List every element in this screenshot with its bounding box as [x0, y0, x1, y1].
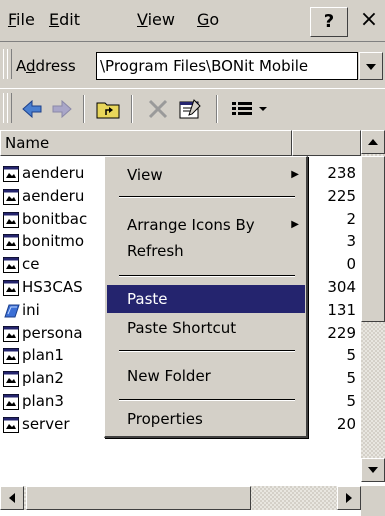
vertical-scroll-thumb[interactable] — [361, 156, 385, 322]
horizontal-scrollbar[interactable] — [0, 486, 361, 510]
menu-item-new-folder[interactable]: New Folder — [107, 362, 305, 390]
file-size: 3 — [346, 232, 356, 251]
file-name: plan3 — [22, 392, 64, 410]
scroll-up-button[interactable] — [361, 130, 385, 154]
menu-go[interactable]: Go — [197, 10, 219, 29]
menu-separator — [119, 350, 295, 352]
file-icon — [3, 166, 19, 182]
toolbar-grip[interactable] — [7, 93, 12, 123]
file-name: persona — [22, 323, 83, 342]
up-folder-icon — [96, 102, 120, 119]
file-icon — [3, 325, 19, 342]
address-label: Address — [16, 57, 76, 75]
properties-icon — [179, 99, 201, 119]
file-icon — [3, 234, 19, 251]
close-button[interactable]: × — [355, 5, 383, 37]
menu-bar: File Edit View Go ? × — [0, 0, 385, 42]
toolbar-separator — [83, 95, 85, 123]
file-size: 131 — [327, 300, 356, 319]
menu-item-properties[interactable]: Properties — [107, 405, 305, 433]
forward-arrow-icon — [52, 100, 72, 118]
menu-item-arrange-icons-by[interactable]: Arrange Icons By ▶ — [107, 211, 305, 239]
file-name: bonitbac — [22, 209, 88, 228]
chevron-down-icon — [366, 64, 376, 70]
file-name: HS3CAS — [22, 278, 83, 296]
menu-file[interactable]: File — [8, 10, 35, 29]
file-icon — [3, 394, 19, 410]
menu-item-view[interactable]: View ▶ — [107, 161, 305, 189]
menu-item-paste[interactable]: Paste — [107, 285, 305, 313]
address-input[interactable]: \Program Files\BONit Mobile — [96, 52, 358, 80]
scrollbar-corner — [361, 486, 385, 516]
horizontal-scroll-thumb[interactable] — [26, 486, 251, 510]
toolbar-separator — [131, 95, 133, 123]
details-view-icon — [232, 102, 267, 115]
toolbar — [0, 88, 385, 128]
address-bar: Address \Program Files\BONit Mobile — [0, 45, 385, 85]
file-name: ce — [22, 255, 40, 274]
up-folder-button[interactable] — [93, 94, 123, 124]
file-name: bonitmo — [22, 232, 85, 251]
file-size: 229 — [327, 323, 356, 342]
help-button[interactable]: ? — [310, 7, 348, 37]
file-size: 5 — [346, 392, 356, 410]
column-header-bar: Name — [0, 130, 361, 156]
file-icon — [3, 416, 19, 433]
file-icon — [3, 371, 19, 388]
back-button[interactable] — [17, 94, 47, 124]
chevron-right-icon — [346, 493, 352, 503]
menu-separator — [119, 196, 295, 198]
file-name: aenderu — [22, 164, 85, 182]
file-size: 20 — [336, 414, 356, 433]
back-arrow-icon — [22, 100, 42, 118]
column-header-name[interactable]: Name — [0, 130, 292, 156]
vertical-scrollbar[interactable] — [361, 130, 385, 482]
submenu-arrow-icon: ▶ — [291, 219, 299, 230]
file-size: 5 — [346, 369, 356, 388]
file-icon — [3, 348, 19, 365]
menu-edit[interactable]: Edit — [49, 10, 80, 29]
menu-item-paste-shortcut[interactable]: Paste Shortcut — [107, 314, 305, 342]
submenu-arrow-icon: ▶ — [291, 169, 299, 180]
file-icon — [3, 211, 19, 228]
chevron-left-icon — [9, 493, 15, 503]
chevron-up-icon — [368, 139, 378, 145]
properties-button[interactable] — [175, 94, 205, 124]
column-header-size[interactable] — [292, 130, 361, 156]
menu-separator — [119, 275, 295, 277]
menu-item-refresh[interactable]: Refresh — [107, 237, 305, 265]
file-name: ini — [22, 300, 40, 319]
file-size: 238 — [327, 164, 356, 182]
file-icon — [3, 188, 19, 205]
file-icon — [3, 280, 19, 296]
file-name: aenderu — [22, 186, 85, 205]
menu-view[interactable]: View — [137, 10, 175, 29]
menu-separator — [119, 399, 295, 401]
file-size: 5 — [346, 346, 356, 365]
delete-button[interactable] — [143, 94, 173, 124]
forward-button[interactable] — [47, 94, 77, 124]
ini-file-icon — [3, 303, 20, 319]
file-size: 0 — [346, 255, 356, 274]
file-icon — [3, 257, 19, 274]
file-size: 2 — [346, 209, 356, 228]
scroll-down-button[interactable] — [361, 458, 385, 482]
scroll-left-button[interactable] — [0, 486, 24, 510]
toolbar-grip[interactable] — [7, 49, 12, 79]
file-size: 304 — [327, 278, 356, 296]
chevron-down-icon — [368, 467, 378, 473]
address-dropdown-button[interactable] — [359, 52, 383, 80]
file-size: 225 — [327, 186, 356, 205]
view-mode-button[interactable] — [227, 94, 273, 124]
file-name: server — [22, 414, 70, 433]
context-menu: View ▶ Arrange Icons By ▶ Refresh Paste Pa… — [104, 156, 308, 438]
scroll-right-button[interactable] — [337, 486, 361, 510]
file-name: plan1 — [22, 346, 64, 365]
file-name: plan2 — [22, 369, 64, 388]
toolbar-separator — [216, 95, 218, 123]
delete-x-icon — [148, 99, 168, 119]
